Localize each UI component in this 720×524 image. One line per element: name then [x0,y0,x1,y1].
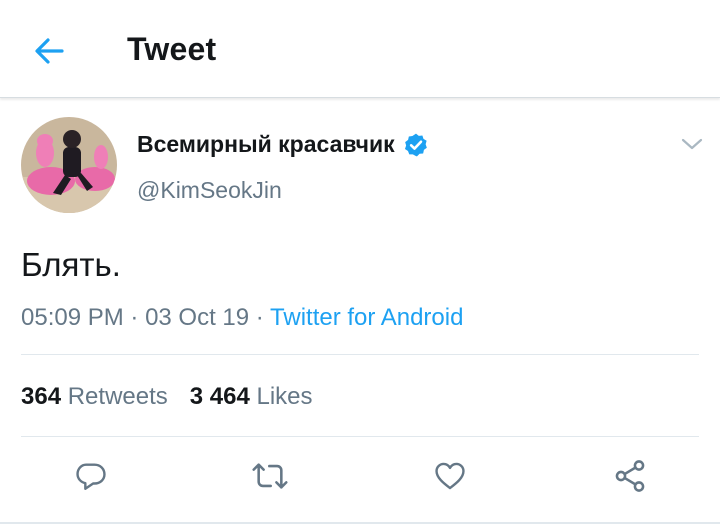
tweet-metadata: 05:09 PM · 03 Oct 19 · Twitter for Andro… [21,304,463,332]
top-app-bar: Tweet [0,0,720,98]
tweet-text: Блять. [21,246,121,283]
likes-count: 3 464 [189,383,250,410]
like-button[interactable] [430,456,470,496]
profile-photo [21,117,117,213]
meta-separator: · [123,304,146,331]
avatar[interactable] [21,117,117,213]
likes-stat[interactable]: 3 464 Likes [190,383,313,410]
retweets-count: 364 [21,383,62,410]
meta-separator: · [249,304,271,331]
retweet-icon [252,463,288,489]
retweet-button[interactable] [250,456,290,496]
arrow-left-icon [35,38,64,64]
tweet-source-link[interactable]: Twitter for Android [270,304,463,331]
back-button[interactable] [28,30,70,72]
tweet-time: 05:09 PM [21,304,124,331]
page-title: Tweet [127,31,217,67]
chevron-down-icon[interactable] [680,134,704,154]
share-icon [615,460,645,492]
heart-icon [435,462,465,490]
author-handle[interactable]: @KimSeokJin [137,177,282,204]
reply-bubble-icon [76,463,106,490]
author-name-row[interactable]: Всемирный красавчик [137,131,429,158]
share-button[interactable] [610,456,650,496]
display-name: Всемирный красавчик [137,131,395,157]
engagement-stats: 364 Retweets 3 464 Likes [21,383,313,411]
retweets-stat[interactable]: 364 Retweets [21,383,168,410]
likes-label: Likes [256,383,313,410]
verified-badge-icon [403,132,429,158]
divider [21,354,699,355]
tweet-date: 03 Oct 19 [145,304,250,331]
retweets-label: Retweets [67,383,168,410]
divider [21,436,699,437]
reply-button[interactable] [71,456,111,496]
